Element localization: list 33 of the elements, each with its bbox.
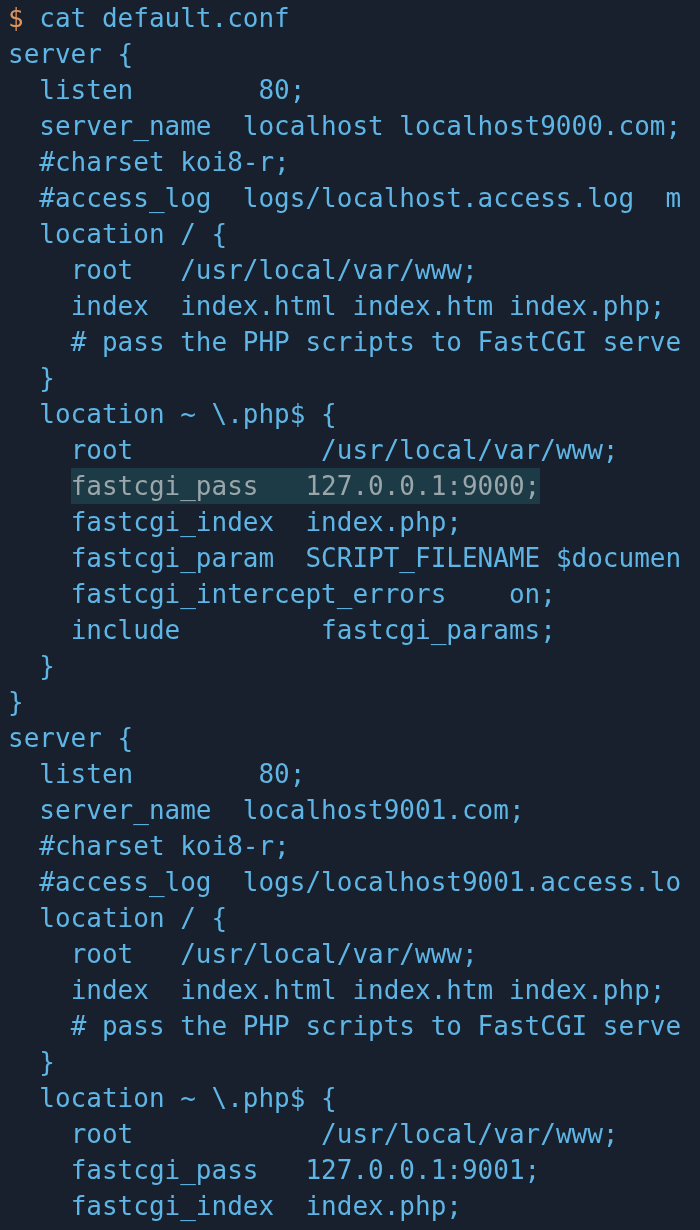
code-line: #charset koi8-r;	[39, 146, 290, 179]
code-line: # pass the PHP scripts to FastCGI serve	[70, 326, 682, 359]
code-line: root /usr/local/var/www;	[70, 938, 478, 971]
code-line: listen 80;	[39, 74, 306, 107]
code-line: fastcgi_index index.php;	[70, 1190, 462, 1223]
code-line: fastcgi_intercept_errors on;	[70, 578, 556, 611]
code-line: }	[8, 686, 24, 719]
code-line: include fastcgi_params;	[70, 614, 556, 647]
code-line: #access_log logs/localhost.access.log m	[39, 182, 682, 215]
code-line: location ~ \.php$ {	[39, 398, 337, 431]
code-line: root /usr/local/var/www;	[70, 434, 619, 467]
code-line: #charset koi8-r;	[39, 830, 290, 863]
code-line: }	[39, 362, 55, 395]
code-line: index index.html index.htm index.php;	[70, 974, 666, 1007]
code-line: server_name localhost localhost9000.com;	[39, 110, 682, 143]
code-line: location / {	[39, 902, 228, 935]
code-line: }	[39, 1046, 55, 1079]
code-line: #access_log logs/localhost9001.access.lo	[39, 866, 682, 899]
code-line: fastcgi_index index.php;	[70, 506, 462, 539]
code-line: }	[39, 650, 55, 683]
command-line: $ cat default.conf	[8, 2, 290, 35]
code-line: index index.html index.htm index.php;	[70, 290, 666, 323]
code-line: fastcgi_param SCRIPT_FILENAME $documen	[70, 542, 682, 575]
code-line: server_name localhost9001.com;	[39, 794, 525, 827]
code-line: # pass the PHP scripts to FastCGI serve	[70, 1010, 682, 1043]
code-line: server {	[8, 722, 134, 755]
code-line: server {	[8, 38, 134, 71]
code-line: root /usr/local/var/www;	[70, 254, 478, 287]
code-line: location / {	[39, 218, 228, 251]
code-line: listen 80;	[39, 758, 306, 791]
code-line: location ~ \.php$ {	[39, 1082, 337, 1115]
code-line: fastcgi_pass 127.0.0.1:9001;	[70, 1154, 541, 1187]
code-line: root /usr/local/var/www;	[70, 1118, 619, 1151]
